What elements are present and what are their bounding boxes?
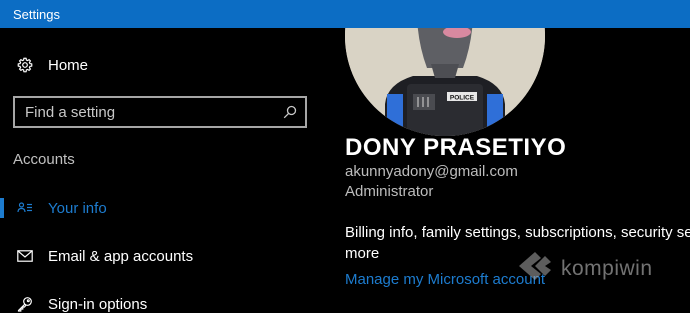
nav-your-info-label: Your info [48, 199, 107, 217]
section-heading-accounts: Accounts [13, 151, 75, 168]
user-email: akunnyadony@gmail.com [345, 163, 518, 180]
sidebar: Home Accounts [0, 28, 325, 313]
search-icon[interactable] [283, 105, 297, 119]
avatar-image: POLICE [345, 28, 545, 136]
nav-home[interactable]: Home [0, 46, 325, 84]
nav-your-info[interactable]: Your info [0, 189, 325, 227]
nav-sign-in-label: Sign-in options [48, 295, 148, 313]
settings-window: Settings Home Find a setting Accounts Yo… [0, 0, 690, 313]
billing-description-line-1: Billing info, family settings, subscript… [345, 224, 690, 241]
window-title: Settings [13, 6, 60, 22]
user-name: DONY PRASETIYO [345, 134, 567, 161]
avatar-badge-text: POLICE [450, 95, 475, 102]
search-input[interactable] [25, 103, 283, 121]
selected-indicator [0, 198, 4, 218]
mail-icon [17, 248, 33, 264]
person-card-icon [17, 200, 33, 216]
nav-home-label: Home [48, 56, 89, 74]
nav-email-app-accounts[interactable]: Email & app accounts [0, 237, 325, 275]
watermark: kompiwin [515, 248, 653, 289]
nav-email-label: Email & app accounts [48, 247, 194, 265]
nav-sign-in-options[interactable]: Sign-in options [0, 285, 325, 313]
watermark-text: kompiwin [561, 256, 653, 280]
avatar: POLICE [345, 28, 545, 136]
gear-icon [17, 57, 33, 73]
user-role: Administrator [345, 183, 434, 200]
title-bar[interactable]: Settings [0, 0, 690, 28]
watermark-logo-icon [515, 248, 555, 289]
key-icon [17, 296, 33, 312]
search-box[interactable] [13, 96, 307, 128]
